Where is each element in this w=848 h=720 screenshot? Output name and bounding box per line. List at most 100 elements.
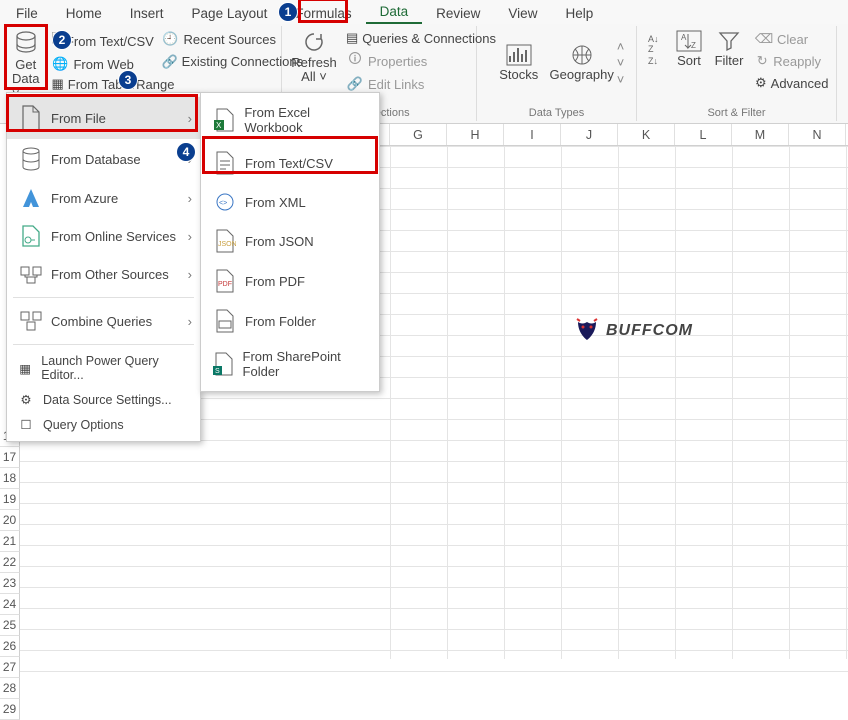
sort-button[interactable]: AZ Sort: [669, 28, 709, 70]
azure-icon: [17, 187, 45, 209]
existing-connections-button[interactable]: 🔗Existing Connections: [159, 53, 279, 71]
menu-data-source-settings[interactable]: ⚙ Data Source Settings...: [7, 387, 200, 412]
geography-icon: [569, 44, 595, 66]
watermark: BUFFCOM: [574, 318, 693, 344]
row-18[interactable]: 18: [0, 468, 20, 489]
excel-icon: X: [211, 108, 238, 132]
queries-connections-button[interactable]: ▤Queries & Connections: [344, 29, 476, 47]
advanced-button[interactable]: ⚙Advanced: [753, 74, 823, 92]
menu-from-json[interactable]: JSON From JSON: [201, 221, 379, 261]
tab-view[interactable]: View: [494, 3, 551, 24]
ribbon-tabs: File Home Insert Page Layout Formulas Da…: [0, 0, 848, 24]
menu-from-database[interactable]: From Database›: [7, 139, 200, 179]
row-25[interactable]: 25: [0, 615, 20, 636]
col-J[interactable]: J: [561, 124, 618, 145]
tab-help[interactable]: Help: [551, 3, 607, 24]
textcsv-icon: 🗎: [51, 30, 61, 52]
connections-icon: 🔗: [161, 54, 177, 70]
filter-button[interactable]: Filter: [709, 28, 749, 70]
advanced-icon: ⚙: [755, 75, 767, 91]
reapply-button[interactable]: ↻Reapply: [753, 52, 823, 70]
tab-home[interactable]: Home: [52, 3, 116, 24]
geography-button[interactable]: Geography: [549, 42, 615, 84]
chevron-right-icon: ›: [188, 191, 192, 206]
menu-from-other-sources[interactable]: From Other Sources›: [7, 255, 200, 293]
menu-combine-queries[interactable]: Combine Queries›: [7, 302, 200, 340]
menu-query-options[interactable]: ☐ Query Options: [7, 412, 200, 437]
database-icon: [17, 147, 45, 171]
settings-icon: ⚙: [15, 392, 37, 407]
watermark-icon: [574, 318, 600, 344]
web-icon: 🌐: [51, 56, 69, 72]
row-28[interactable]: 28: [0, 678, 20, 699]
sort-az-button[interactable]: A↓ZZ↓: [643, 28, 669, 74]
row-24[interactable]: 24: [0, 594, 20, 615]
tab-pagelayout[interactable]: Page Layout: [178, 3, 282, 24]
edit-links-button[interactable]: 🔗Edit Links: [344, 75, 476, 93]
recent-sources-button[interactable]: 🕘Recent Sources: [159, 30, 279, 48]
options-icon: ☐: [15, 417, 37, 432]
refresh-all-button[interactable]: Refresh All ˅: [288, 28, 340, 87]
col-L[interactable]: L: [675, 124, 732, 145]
row-26[interactable]: 26: [0, 636, 20, 657]
svg-text:PDF: PDF: [218, 281, 232, 288]
textcsv-file-icon: [211, 151, 239, 175]
editlinks-icon: 🔗: [346, 76, 364, 92]
get-data-menu: From File› From Database› From Azure› Fr…: [6, 92, 201, 442]
menu-from-sharepoint-folder[interactable]: S From SharePoint Folder: [201, 341, 379, 387]
row-23[interactable]: 23: [0, 573, 20, 594]
get-data-label-1: Get: [15, 58, 36, 72]
row-17[interactable]: 17: [0, 447, 20, 468]
svg-text:A: A: [681, 33, 687, 42]
tab-formulas[interactable]: Formulas: [281, 3, 365, 24]
filter-icon: [718, 30, 740, 52]
svg-text:A↓: A↓: [648, 34, 659, 44]
row-19[interactable]: 19: [0, 489, 20, 510]
col-H[interactable]: H: [447, 124, 504, 145]
tab-insert[interactable]: Insert: [116, 3, 178, 24]
menu-from-xml[interactable]: <> From XML: [201, 183, 379, 221]
stocks-icon: [506, 44, 532, 66]
menu-from-pdf[interactable]: PDF From PDF: [201, 261, 379, 301]
table-icon: ▦: [51, 76, 63, 92]
tab-file[interactable]: File: [2, 3, 52, 24]
menu-from-azure[interactable]: From Azure›: [7, 179, 200, 217]
row-21[interactable]: 21: [0, 531, 20, 552]
get-data-icon: [13, 30, 39, 56]
reapply-icon: ↻: [755, 53, 769, 69]
svg-text:Z: Z: [648, 44, 654, 54]
clear-icon: ⌫: [755, 31, 773, 47]
from-table-button[interactable]: ▦From Table/Range: [49, 75, 151, 93]
chevron-right-icon: ›: [188, 111, 192, 126]
col-I[interactable]: I: [504, 124, 561, 145]
from-textcsv-button[interactable]: 🗎From Text/CSV: [49, 29, 151, 53]
tab-data[interactable]: Data: [366, 1, 423, 24]
svg-text:<>: <>: [219, 200, 227, 207]
menu-from-file[interactable]: From File›: [7, 97, 200, 139]
row-27[interactable]: 27: [0, 657, 20, 678]
menu-from-excel-workbook[interactable]: X From Excel Workbook: [201, 97, 379, 143]
tab-review[interactable]: Review: [422, 3, 494, 24]
row-22[interactable]: 22: [0, 552, 20, 573]
menu-launch-pq-editor[interactable]: ▦ Launch Power Query Editor...: [7, 349, 200, 387]
stocks-button[interactable]: Stocks: [489, 42, 549, 84]
from-web-button[interactable]: 🌐From Web: [49, 55, 151, 73]
sharepoint-icon: S: [211, 352, 237, 376]
properties-icon: 🛈: [346, 50, 364, 72]
chevron-right-icon: ›: [188, 152, 192, 167]
refresh-icon: [302, 30, 326, 54]
combine-icon: [17, 310, 45, 332]
svg-text:X: X: [216, 121, 222, 130]
row-20[interactable]: 20: [0, 510, 20, 531]
col-G[interactable]: G: [390, 124, 447, 145]
col-N[interactable]: N: [789, 124, 846, 145]
menu-from-online-services[interactable]: From Online Services›: [7, 217, 200, 255]
menu-from-textcsv[interactable]: From Text/CSV: [201, 143, 379, 183]
row-29[interactable]: 29: [0, 699, 20, 720]
col-K[interactable]: K: [618, 124, 675, 145]
svg-text:S: S: [215, 368, 220, 375]
properties-button[interactable]: 🛈Properties: [344, 49, 476, 73]
col-M[interactable]: M: [732, 124, 789, 145]
menu-from-folder[interactable]: From Folder: [201, 301, 379, 341]
clear-button[interactable]: ⌫Clear: [753, 30, 823, 48]
